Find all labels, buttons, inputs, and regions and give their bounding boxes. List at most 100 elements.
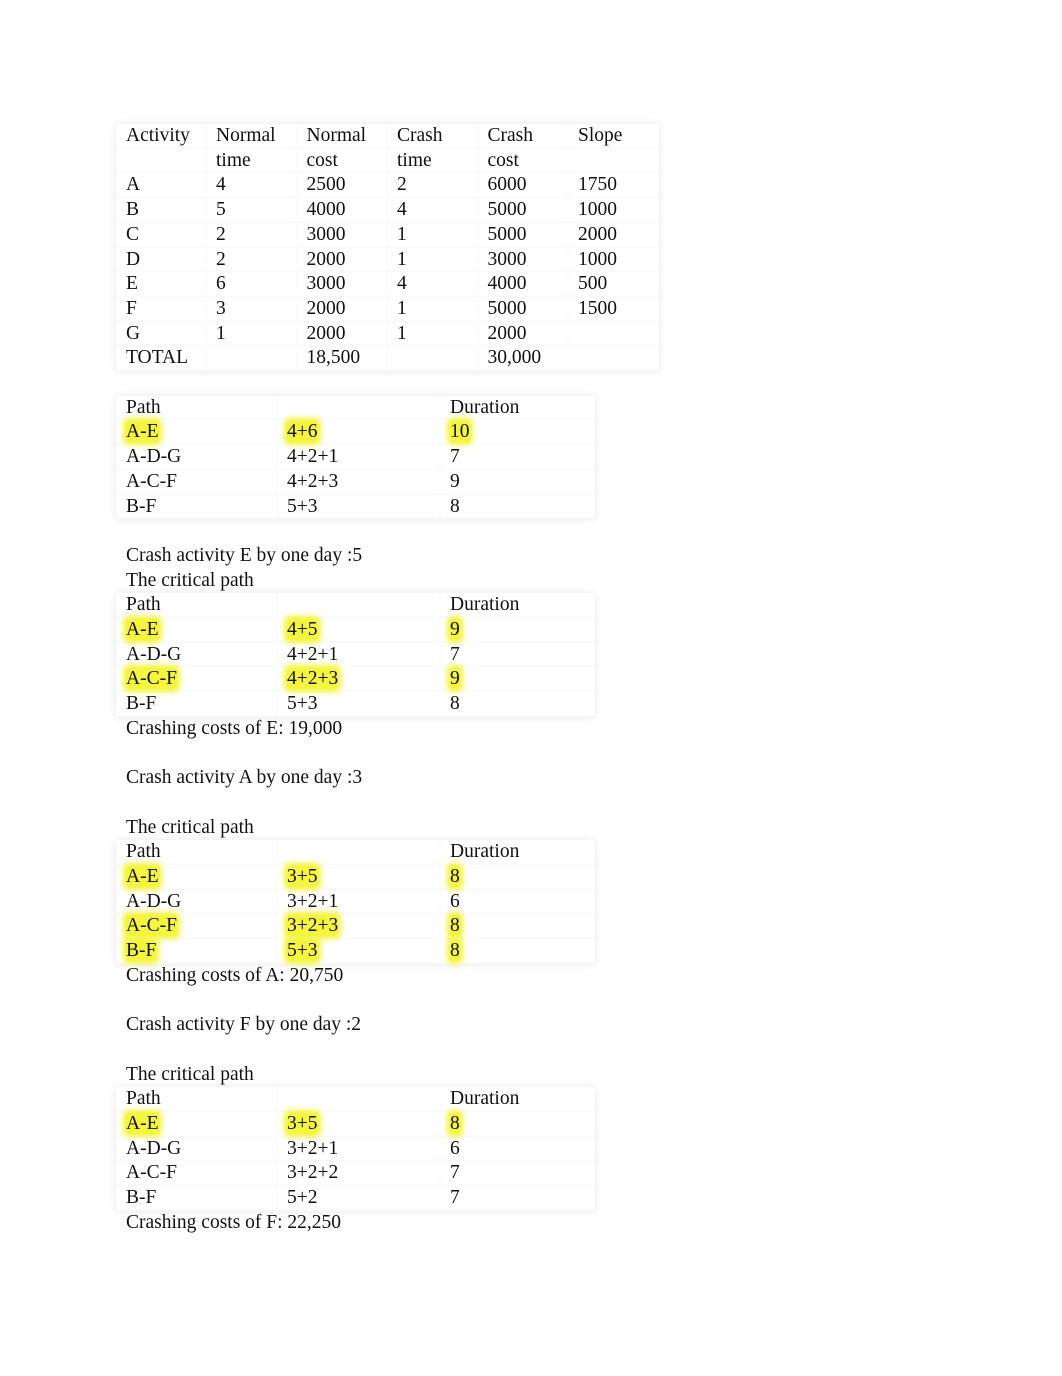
table-cell: 2000 [297, 322, 388, 347]
column-header [568, 149, 659, 174]
path-cell: 3+2+3 [277, 914, 440, 939]
path-row: B-F 5+2 7 [116, 1186, 595, 1211]
path-cell: 3+5 [277, 865, 440, 890]
table-cell: 2 [206, 223, 297, 248]
table-row: G 1 2000 1 2000 [116, 322, 659, 347]
cell-text: 7 [450, 1162, 460, 1184]
highlighted-text: 3+5 [287, 1112, 318, 1134]
path-cell: 5+3 [277, 939, 440, 964]
cell-text: A-D-G [126, 890, 182, 912]
table-cell: 4 [387, 198, 478, 223]
path-cell: 8 [440, 692, 595, 717]
path-cell: 8 [440, 1112, 595, 1137]
path-cell: A-D-G [116, 445, 277, 470]
highlighted-text: 8 [450, 1112, 460, 1134]
cell-text: 7 [450, 446, 460, 468]
table-cell: 1 [387, 322, 478, 347]
path-table: Path Duration A-E 3+5 8 A-D-G 3+2+1 6 A-C-F 3+2+2… [116, 1087, 595, 1211]
path-cell: 3+5 [277, 1112, 440, 1137]
table-cell: 6 [206, 272, 297, 297]
cell-text: 8 [450, 693, 460, 715]
table-cell: G [116, 322, 206, 347]
table-cell: 1750 [568, 173, 659, 198]
highlighted-text: A-E [126, 421, 159, 443]
highlighted-text: 4+5 [287, 619, 318, 640]
table-cell: 1 [387, 223, 478, 248]
table-cell: 1500 [568, 297, 659, 322]
path-table: Path Duration A-E 4+5 9 A-D-G 4+2+1 7 A-C-F 4+2+3… [116, 593, 595, 717]
highlighted-text: 8 [450, 865, 460, 887]
path-cell: 6 [440, 1137, 595, 1162]
table-row: TOTAL 18,500 30,000 [116, 346, 659, 371]
cell-text: 4+2+3 [287, 470, 339, 492]
path-cell: 7 [440, 1161, 595, 1186]
path-cell: 3+2+1 [277, 1137, 440, 1162]
table-cell: 2000 [297, 248, 388, 273]
path-cell: 7 [440, 445, 595, 470]
table-cell: 500 [568, 272, 659, 297]
path-row: A-E 4+5 9 [116, 618, 595, 643]
path-cell: 9 [440, 667, 595, 692]
cell-text: B-F [126, 693, 157, 715]
path-cell: 7 [440, 643, 595, 668]
table-cell: 4 [387, 272, 478, 297]
table-header-row: Path Duration [116, 840, 595, 865]
cell-text: 8 [450, 495, 460, 517]
highlighted-text: 10 [450, 421, 470, 443]
column-header: cost [297, 149, 388, 174]
table-cell: 5000 [478, 223, 569, 248]
section-text: Crash activity F by one day :2 [126, 1014, 362, 1036]
path-cell: 8 [440, 865, 595, 890]
path-cell: 8 [440, 939, 595, 964]
table-cell: 3000 [478, 248, 569, 273]
path-cell: 4+2+1 [277, 643, 440, 668]
column-header: Path [116, 593, 277, 618]
table-cell [568, 346, 659, 371]
path-row: A-D-G 4+2+1 7 [116, 445, 595, 470]
table-cell: 2 [206, 248, 297, 273]
path-cell: 4+2+3 [277, 667, 440, 692]
table-row: B 5 4000 4 5000 1000 [116, 198, 659, 223]
path-row: A-C-F 3+2+3 8 [116, 914, 595, 939]
table-header-row: Path Duration [116, 396, 595, 421]
highlighted-text: 3+2+3 [287, 915, 339, 937]
highlighted-text: 9 [450, 619, 460, 640]
path-row: B-F 5+3 8 [116, 939, 595, 964]
column-header: time [206, 149, 297, 174]
column-header: Normal [297, 124, 388, 149]
column-header [116, 149, 206, 174]
table-cell: 1000 [568, 198, 659, 223]
table-cell: 3000 [297, 272, 388, 297]
path-cell: 4+6 [277, 420, 440, 445]
table-cell: 5000 [478, 297, 569, 322]
cell-text: B-F [126, 495, 157, 517]
path-row: A-D-G 3+2+1 6 [116, 1137, 595, 1162]
path-cell: A-D-G [116, 890, 277, 915]
table-cell: 6000 [478, 173, 569, 198]
cell-text: 3+2+1 [287, 890, 339, 912]
highlighted-text: A-E [126, 619, 159, 640]
highlighted-text: 9 [450, 668, 460, 690]
crashing-cost-text: Crashing costs of E: 19,000 [126, 717, 343, 739]
column-header [277, 396, 440, 421]
highlighted-text: 8 [450, 940, 460, 962]
cell-text: 7 [450, 1187, 460, 1209]
table-cell: A [116, 173, 206, 198]
cell-text: 4+2+1 [287, 643, 339, 665]
path-cell: 5+2 [277, 1186, 440, 1211]
path-row: A-C-F 3+2+2 7 [116, 1161, 595, 1186]
table-cell: 30,000 [478, 346, 569, 371]
path-cell: 7 [440, 1186, 595, 1211]
column-header: Duration [440, 593, 595, 618]
path-cell: B-F [116, 692, 277, 717]
table-cell [206, 346, 297, 371]
cell-text: A-D-G [126, 446, 182, 468]
cell-text: 4+2+1 [287, 446, 339, 468]
path-cell: 4+2+1 [277, 445, 440, 470]
path-cell: A-E [116, 865, 277, 890]
column-header: cost [478, 149, 569, 174]
